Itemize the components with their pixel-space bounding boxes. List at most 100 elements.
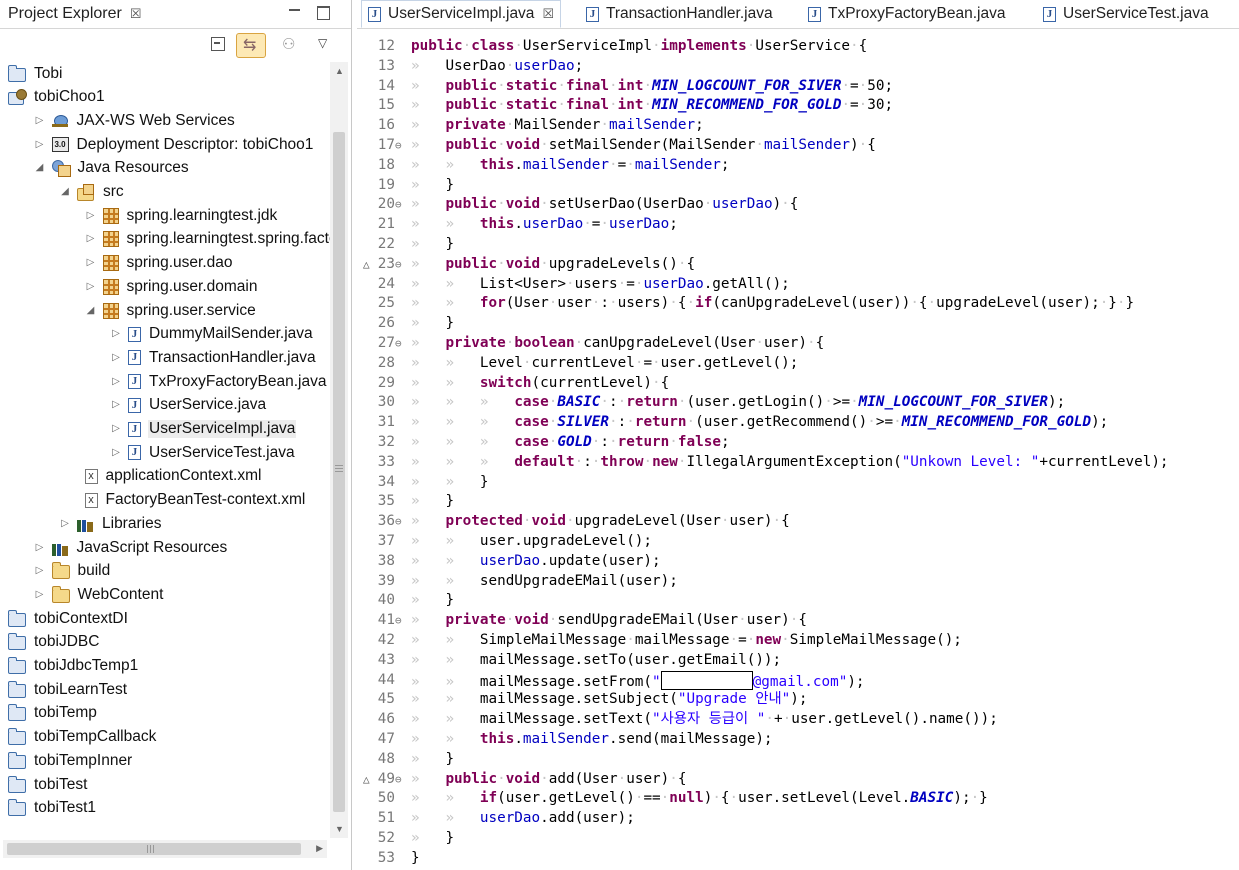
tree-item[interactable]: ▷ build — [34, 560, 112, 583]
tree-item[interactable]: ▷ J UserService.java — [110, 394, 267, 417]
code-text[interactable]: » » userDao.add(user); — [411, 809, 635, 829]
fold-collapse-icon[interactable]: ⊖ — [395, 255, 407, 275]
tree-item[interactable]: ▷ spring.learningtest.spring.factc — [85, 228, 330, 251]
editor-tab[interactable]: J UserServiceTest.java — [1043, 0, 1209, 28]
editor-tab[interactable]: J UserServiceImpl.java ☒ — [361, 0, 562, 28]
code-text[interactable]: » » userDao.update(user); — [411, 552, 661, 572]
code-text[interactable]: » » this.userDao·=·userDao; — [411, 215, 678, 235]
tree-item[interactable]: ▷ JAX-WS Web Services — [34, 109, 236, 132]
horizontal-scroll-thumb[interactable] — [7, 843, 301, 855]
code-text[interactable]: » public·static·final·int·MIN_LOGCOUNT_F… — [411, 77, 893, 97]
code-text[interactable]: » » this.mailSender.send(mailMessage); — [411, 730, 773, 750]
vertical-scrollbar[interactable]: ▲ ▼ — [330, 62, 348, 838]
view-menu-chevron-down-icon[interactable]: ▽ — [318, 36, 338, 56]
code-text[interactable]: » » this.mailSender·=·mailSender; — [411, 156, 730, 176]
fold-collapse-icon[interactable]: ⊖ — [395, 136, 407, 156]
code-text[interactable]: » public·void·setMailSender(MailSender·m… — [411, 136, 876, 156]
horizontal-scrollbar[interactable]: ▶ — [3, 840, 327, 858]
tree-item[interactable]: ▷ Libraries — [59, 512, 162, 535]
tree-item[interactable]: tobiJDBC — [8, 631, 100, 654]
code-text[interactable]: » » mailMessage.setTo(user.getEmail()); — [411, 651, 781, 671]
code-text[interactable]: » } — [411, 829, 454, 849]
close-icon[interactable]: ☒ — [130, 6, 142, 22]
collapsed-arrow-icon[interactable]: ▷ — [110, 399, 122, 411]
tree-item[interactable]: x FactoryBeanTest-context.xml — [84, 489, 307, 512]
code-text[interactable]: » » mailMessage.setFrom(" @gmail.com"); — [411, 670, 865, 693]
code-text[interactable]: » » » case·GOLD·:·return·false; — [411, 433, 730, 453]
collapse-all-button[interactable] — [209, 35, 229, 55]
collapsed-arrow-icon[interactable]: ▷ — [110, 328, 122, 340]
maximize-icon[interactable] — [317, 6, 330, 20]
fold-collapse-icon[interactable]: ⊖ — [395, 611, 407, 631]
filters-icon[interactable]: ⚇ — [282, 35, 302, 55]
code-text[interactable]: » } — [411, 314, 454, 334]
collapsed-arrow-icon[interactable]: ▷ — [34, 115, 46, 127]
expanded-arrow-icon[interactable]: ◢ — [85, 305, 97, 317]
collapsed-arrow-icon[interactable]: ▷ — [110, 352, 122, 364]
code-text[interactable]: » public·void·upgradeLevels()·{ — [411, 255, 695, 275]
code-text[interactable]: } — [411, 849, 420, 869]
fold-collapse-icon[interactable]: ⊖ — [395, 512, 407, 532]
collapsed-arrow-icon[interactable]: ▷ — [85, 281, 97, 293]
collapsed-arrow-icon[interactable]: ▷ — [34, 565, 46, 577]
editor-tab[interactable]: J TransactionHandler.java — [586, 0, 773, 28]
tab-project-explorer[interactable]: Project Explorer ☒ — [0, 0, 149, 28]
expanded-arrow-icon[interactable]: ◢ — [34, 162, 46, 174]
code-text[interactable]: » » sendUpgradeEMail(user); — [411, 572, 678, 592]
code-text[interactable]: » » for(User·user·:·users)·{·if(canUpgra… — [411, 294, 1134, 314]
code-text[interactable]: » » mailMessage.setSubject("Upgrade 안내")… — [411, 690, 807, 710]
code-text[interactable]: » public·void·setUserDao(UserDao·userDao… — [411, 195, 798, 215]
collapsed-arrow-icon[interactable]: ▷ — [85, 210, 97, 222]
collapsed-arrow-icon[interactable]: ▷ — [110, 423, 122, 435]
code-text[interactable]: » » List<User>·users·=·userDao.getAll(); — [411, 275, 790, 295]
tree-item[interactable]: Tobi — [8, 62, 63, 85]
fold-collapse-icon[interactable]: ⊖ — [395, 195, 407, 215]
code-text[interactable]: » » SimpleMailMessage·mailMessage·=·new·… — [411, 631, 962, 651]
tree-item[interactable]: ▷ WebContent — [34, 583, 165, 606]
link-with-editor-button[interactable]: ⇆ — [236, 33, 266, 58]
code-text[interactable]: » » if(user.getLevel()·==·null)·{·user.s… — [411, 789, 988, 809]
code-text[interactable]: » » » case·SILVER·:·return·(user.getReco… — [411, 413, 1108, 433]
code-text[interactable]: » } — [411, 591, 454, 611]
tree-item[interactable]: ▷ J TransactionHandler.java — [110, 346, 317, 369]
tree-item[interactable]: ◢ Java Resources — [34, 157, 190, 180]
vertical-scroll-thumb[interactable] — [333, 132, 345, 812]
tree-item[interactable]: ▷ J UserServiceImpl.java — [110, 418, 297, 441]
tree-item[interactable]: tobiTemp — [8, 702, 98, 725]
code-text[interactable]: public·class·UserServiceImpl·implements·… — [411, 37, 867, 57]
fold-collapse-icon[interactable]: ⊖ — [395, 770, 407, 790]
tree-item[interactable]: ▷ JavaScript Resources — [34, 536, 229, 559]
collapsed-arrow-icon[interactable]: ▷ — [85, 233, 97, 245]
tree-item[interactable]: tobiTest1 — [8, 797, 97, 820]
tree-item[interactable]: ◢ spring.user.service — [85, 299, 257, 322]
tree-item[interactable]: tobiChoo1 — [8, 86, 106, 109]
code-text[interactable]: » protected·void·upgradeLevel(User·user)… — [411, 512, 790, 532]
close-icon[interactable]: ☒ — [542, 6, 554, 22]
tree-item[interactable]: ▷ 3.0 Deployment Descriptor: tobiChoo1 — [34, 133, 315, 156]
collapsed-arrow-icon[interactable]: ▷ — [85, 257, 97, 269]
expanded-arrow-icon[interactable]: ◢ — [59, 186, 71, 198]
code-text[interactable]: » } — [411, 750, 454, 770]
collapsed-arrow-icon[interactable]: ▷ — [110, 376, 122, 388]
tree-item[interactable]: tobiContextDI — [8, 607, 129, 630]
tree-item[interactable]: tobiTempInner — [8, 749, 133, 772]
code-text[interactable]: » } — [411, 176, 454, 196]
scroll-down-icon[interactable]: ▼ — [335, 824, 344, 834]
tree-item[interactable]: ▷ spring.learningtest.jdk — [85, 204, 279, 227]
code-text[interactable]: » » user.upgradeLevel(); — [411, 532, 652, 552]
scroll-right-icon[interactable]: ▶ — [316, 843, 323, 854]
code-text[interactable]: » » switch(currentLevel)·{ — [411, 374, 669, 394]
collapsed-arrow-icon[interactable]: ▷ — [34, 589, 46, 601]
editor-tab[interactable]: J TxProxyFactoryBean.java — [808, 0, 1005, 28]
collapsed-arrow-icon[interactable]: ▷ — [34, 139, 46, 151]
code-text[interactable]: » » » default·:·throw·new·IllegalArgumen… — [411, 453, 1169, 473]
tree-item[interactable]: tobiTempCallback — [8, 726, 157, 749]
tree-item[interactable]: ▷ J DummyMailSender.java — [110, 323, 314, 346]
code-text[interactable]: » UserDao·userDao; — [411, 57, 583, 77]
code-text[interactable]: » public·void·add(User·user)·{ — [411, 770, 687, 790]
code-text[interactable]: » private·void·sendUpgradeEMail(User·use… — [411, 611, 807, 631]
tree-item[interactable]: tobiJdbcTemp1 — [8, 655, 139, 678]
code-text[interactable]: » private·MailSender·mailSender; — [411, 116, 704, 136]
tree-item[interactable]: ▷ J UserServiceTest.java — [110, 441, 296, 464]
collapsed-arrow-icon[interactable]: ▷ — [110, 447, 122, 459]
